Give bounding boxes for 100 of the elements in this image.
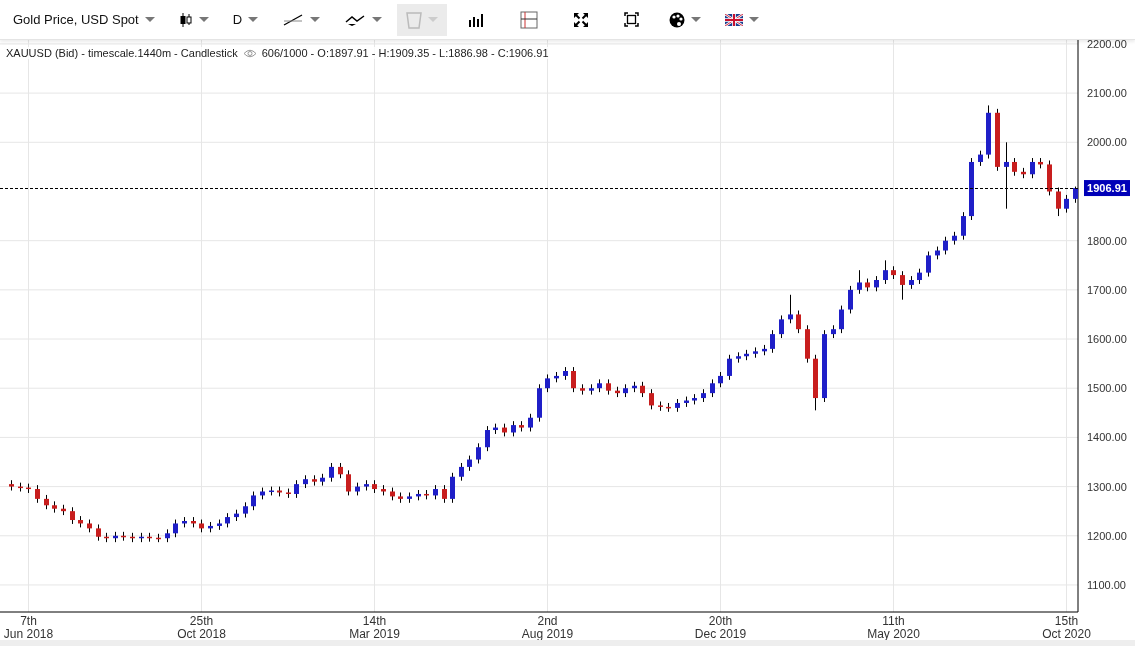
candle xyxy=(623,383,628,398)
x-axis-label: 2nd Aug 2019 xyxy=(521,614,574,640)
y-axis-label: 1200.00 xyxy=(1087,529,1127,542)
candle xyxy=(251,491,256,511)
candle xyxy=(813,354,818,411)
last-price-label: 1906.91 xyxy=(1084,180,1130,197)
dropdown-button[interactable]: D xyxy=(223,3,268,36)
candle xyxy=(87,519,92,533)
y-axis-label: 2000.00 xyxy=(1087,136,1127,149)
x-axis-label: 20th Dec 2019 xyxy=(694,614,747,640)
candle xyxy=(891,265,896,280)
candle xyxy=(727,354,732,381)
candle xyxy=(571,366,576,393)
series-info: XAUUSD (Bid) - timescale.1440m - Candlestick xyxy=(6,47,238,59)
y-axis-label: 1800.00 xyxy=(1087,234,1127,247)
candle xyxy=(78,515,83,528)
candle xyxy=(796,310,801,334)
candle xyxy=(459,462,464,482)
candle xyxy=(805,324,810,364)
y-axis-label: 2100.00 xyxy=(1087,87,1127,100)
candle xyxy=(104,532,109,543)
candle xyxy=(113,531,118,543)
candle xyxy=(883,259,888,285)
candle xyxy=(346,469,351,496)
candle xyxy=(779,314,784,339)
candle xyxy=(545,373,550,393)
candle xyxy=(718,371,723,388)
candle xyxy=(502,423,507,437)
candle xyxy=(1012,157,1017,177)
candle xyxy=(917,268,922,285)
candle xyxy=(70,506,75,525)
candle xyxy=(364,479,369,491)
y-axis-label: 1100.00 xyxy=(1087,578,1126,591)
candle xyxy=(900,270,905,301)
ohlc-values: 606/1000 - O:1897.91 - H:1909.35 - L:1886.98 - C:1906.91 xyxy=(261,47,549,59)
candle xyxy=(217,519,222,531)
y-axis-label: 1400.00 xyxy=(1087,431,1127,444)
candle xyxy=(433,484,438,500)
bar-chart-icon xyxy=(468,12,485,27)
candle xyxy=(675,398,680,413)
candle xyxy=(1021,167,1026,179)
y-axis-label: 1500.00 xyxy=(1087,382,1127,395)
candle xyxy=(61,504,66,516)
candle xyxy=(926,251,931,278)
candle xyxy=(424,489,429,500)
candle xyxy=(303,474,308,489)
crosshair-icon xyxy=(520,10,539,29)
candle xyxy=(658,401,663,412)
eye-icon[interactable] xyxy=(242,48,257,58)
trash-icon xyxy=(406,10,423,29)
candle xyxy=(770,329,775,354)
y-axis-label: 1700.00 xyxy=(1087,283,1127,296)
candle xyxy=(372,479,377,494)
candle xyxy=(121,531,126,542)
candle xyxy=(442,484,447,504)
candle xyxy=(753,346,758,359)
candle xyxy=(147,532,152,543)
drawing-tools-icon xyxy=(344,12,367,27)
candle xyxy=(329,462,334,483)
candle xyxy=(286,488,291,499)
candle xyxy=(666,402,671,413)
candle xyxy=(35,484,40,504)
candle xyxy=(320,473,325,487)
candle xyxy=(156,533,161,543)
candle xyxy=(269,486,274,496)
candle xyxy=(96,523,101,542)
candle xyxy=(44,494,49,510)
candle xyxy=(606,378,611,396)
flag-icon xyxy=(725,13,744,26)
candle xyxy=(684,396,689,408)
candle xyxy=(398,492,403,504)
candle xyxy=(519,420,524,432)
candle xyxy=(831,324,836,339)
candle xyxy=(537,383,542,423)
candle xyxy=(788,294,793,324)
candle xyxy=(338,462,343,479)
candle xyxy=(528,413,533,432)
candle xyxy=(865,278,870,292)
candle xyxy=(952,231,957,246)
fullscreen-icon xyxy=(624,12,640,27)
candle xyxy=(234,509,239,522)
candle xyxy=(580,383,585,396)
candle xyxy=(632,381,637,393)
candle xyxy=(199,519,204,533)
candle xyxy=(563,366,568,381)
candle xyxy=(874,275,879,292)
candle xyxy=(294,479,299,499)
x-axis-label: 15th Oct 2020 xyxy=(1042,614,1091,640)
candle xyxy=(26,483,31,494)
candle xyxy=(839,305,844,334)
candle xyxy=(139,532,144,543)
candle xyxy=(277,486,282,497)
line-tool-icon xyxy=(282,12,305,27)
candle xyxy=(450,472,455,504)
candle xyxy=(52,500,57,514)
candle xyxy=(554,371,559,383)
candle xyxy=(848,285,853,314)
dropdown-button[interactable]: Gold Price, USD Spot xyxy=(4,3,164,36)
candle xyxy=(485,425,490,452)
x-axis-label: 25th Oct 2018 xyxy=(177,614,226,640)
